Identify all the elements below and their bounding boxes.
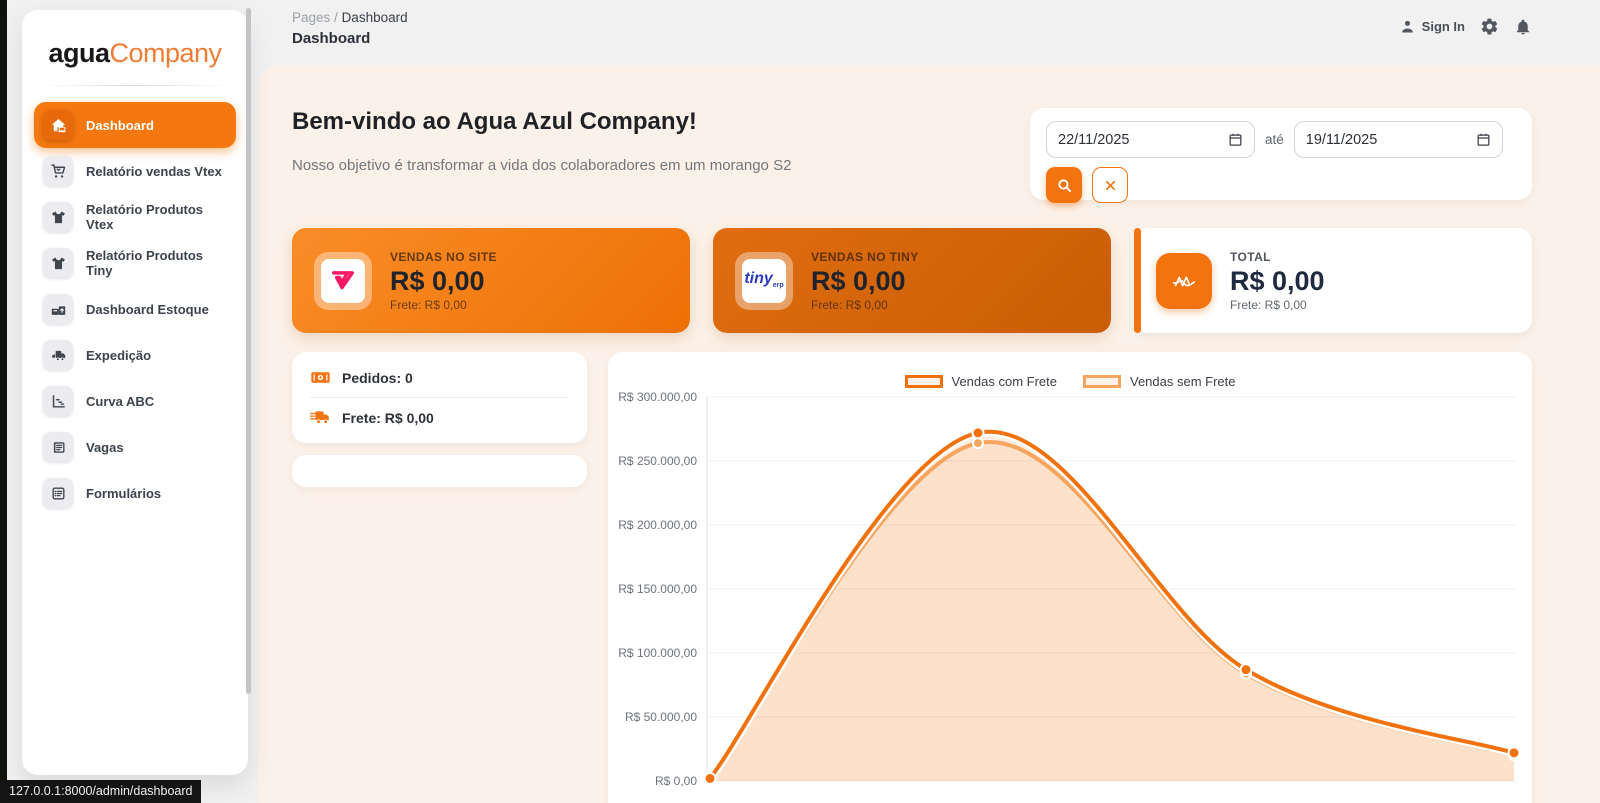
end-date-input[interactable]: 19/11/2025 xyxy=(1294,121,1503,158)
stat-card-vendas-site: VENDAS NO SITE R$ 0,00 Frete: R$ 0,00 xyxy=(292,228,690,333)
stat-card-total: TOTAL R$ 0,00 Frete: R$ 0,00 xyxy=(1134,228,1532,333)
stat-card-vendas-tiny: tinyerp VENDAS NO TINY R$ 0,00 Frete: R$… xyxy=(713,228,1111,333)
sidebar-item-label: Dashboard Estoque xyxy=(86,302,209,317)
sidebar-item-relatorio-produtos-tiny[interactable]: Relatório Produtos Tiny xyxy=(34,240,236,286)
page-title: Dashboard xyxy=(292,30,370,47)
status-url: 127.0.0.1:8000/admin/dashboard xyxy=(9,784,192,798)
sidebar-item-dashboard-estoque[interactable]: Dashboard Estoque xyxy=(34,286,236,332)
stat-frete: Frete: R$ 0,00 xyxy=(390,298,497,312)
sidebar-item-label: Relatório Produtos Vtex xyxy=(86,202,227,232)
close-icon xyxy=(1104,179,1117,192)
app-logo: aguaCompany xyxy=(22,10,248,69)
newspaper-icon xyxy=(43,432,73,462)
sidebar-item-relatorio-produtos-vtex[interactable]: Relatório Produtos Vtex xyxy=(34,194,236,240)
empty-card xyxy=(292,455,587,487)
stat-frete: Frete: R$ 0,00 xyxy=(811,298,919,312)
settings-gear-icon[interactable] xyxy=(1480,17,1499,36)
area-chart: R$ 300.000,00 R$ 250.000,00 R$ 200.000,00 R… xyxy=(608,382,1532,803)
form-icon xyxy=(43,478,73,508)
summary-card: Pedidos: 0 Frete: R$ 0,00 xyxy=(292,352,587,443)
tshirt-icon xyxy=(43,248,73,278)
welcome-subtitle: Nosso objetivo é transformar a vida dos … xyxy=(292,157,791,174)
main-content: Bem-vindo ao Agua Azul Company! Nosso ob… xyxy=(258,65,1600,803)
chart-axis-icon xyxy=(43,386,73,416)
sidebar-item-curva-abc[interactable]: Curva ABC xyxy=(34,378,236,424)
sidebar-item-vagas[interactable]: Vagas xyxy=(34,424,236,470)
start-date-value: 22/11/2025 xyxy=(1058,132,1130,148)
stats-row: VENDAS NO SITE R$ 0,00 Frete: R$ 0,00 ti… xyxy=(292,228,1532,333)
sign-in-button[interactable]: Sign In xyxy=(1399,18,1465,35)
header-actions: Sign In xyxy=(1399,17,1532,36)
clear-filter-button[interactable] xyxy=(1092,167,1128,203)
end-date-value: 19/11/2025 xyxy=(1306,132,1378,148)
stat-label: VENDAS NO TINY xyxy=(811,250,919,264)
home-icon xyxy=(43,110,73,140)
sidebar-item-label: Relatório Produtos Tiny xyxy=(86,248,227,278)
vtex-logo-icon xyxy=(314,252,372,310)
sidebar-item-expedicao[interactable]: Expedição xyxy=(34,332,236,378)
tiny-logo-icon: tinyerp xyxy=(735,252,793,310)
svg-text:R$ 0,00: R$ 0,00 xyxy=(655,774,697,788)
sidebar-item-relatorio-vendas-vtex[interactable]: Relatório vendas Vtex xyxy=(34,148,236,194)
sidebar-item-label: Expedição xyxy=(86,348,151,363)
date-range-connector: até xyxy=(1265,132,1284,147)
date-filter-card: 22/11/2025 até 19/11/2025 xyxy=(1030,108,1532,200)
tshirt-icon xyxy=(43,202,73,232)
divider xyxy=(36,85,234,86)
sidebar-scrollbar[interactable] xyxy=(246,8,251,694)
calendar-icon[interactable] xyxy=(1228,132,1243,147)
sidebar-item-label: Relatório vendas Vtex xyxy=(86,164,222,179)
money-icon xyxy=(310,367,331,388)
sidebar-item-label: Curva ABC xyxy=(86,394,154,409)
svg-text:R$ 200.000,00: R$ 200.000,00 xyxy=(618,518,697,532)
sidebar-item-label: Dashboard xyxy=(86,118,154,133)
stat-frete: Frete: R$ 0,00 xyxy=(1230,298,1325,312)
search-button[interactable] xyxy=(1046,167,1082,203)
stat-label: TOTAL xyxy=(1230,250,1325,264)
stat-value: R$ 0,00 xyxy=(811,266,919,297)
window-edge xyxy=(0,0,7,803)
breadcrumb-root[interactable]: Pages xyxy=(292,10,330,25)
stat-value: R$ 0,00 xyxy=(1230,266,1325,297)
cart-icon xyxy=(43,156,73,186)
svg-text:R$ 50.000,00: R$ 50.000,00 xyxy=(625,710,697,724)
logo-text-light: Company xyxy=(109,38,221,68)
sidebar-item-formularios[interactable]: Formulários xyxy=(34,470,236,516)
welcome-title: Bem-vindo ao Agua Azul Company! xyxy=(292,108,697,136)
svg-text:R$ 100.000,00: R$ 100.000,00 xyxy=(618,646,697,660)
line-chart-icon xyxy=(1156,253,1212,309)
sign-in-label: Sign In xyxy=(1422,19,1465,34)
truck-icon xyxy=(43,340,73,370)
svg-text:R$ 250.000,00: R$ 250.000,00 xyxy=(618,454,697,468)
stat-label: VENDAS NO SITE xyxy=(390,250,497,264)
breadcrumb-current: Dashboard xyxy=(342,10,408,25)
sidebar-item-label: Formulários xyxy=(86,486,161,501)
calendar-icon[interactable] xyxy=(1476,132,1491,147)
breadcrumb-separator: / xyxy=(334,10,342,25)
svg-text:R$ 150.000,00: R$ 150.000,00 xyxy=(618,582,697,596)
svg-text:R$ 300.000,00: R$ 300.000,00 xyxy=(618,390,697,404)
sidebar-nav: Dashboard Relatório vendas Vtex Relatóri… xyxy=(22,94,248,516)
sidebar: aguaCompany Dashboard Relatório vendas V… xyxy=(22,10,248,775)
sales-chart-card: Vendas com Frete Vendas sem Frete R$ 300… xyxy=(608,352,1532,803)
boxes-icon xyxy=(43,294,73,324)
frete-value: Frete: R$ 0,00 xyxy=(342,410,434,426)
shipping-truck-icon xyxy=(310,407,331,428)
browser-status-bar: 127.0.0.1:8000/admin/dashboard xyxy=(0,780,201,803)
breadcrumb: Pages / Dashboard xyxy=(292,10,408,25)
start-date-input[interactable]: 22/11/2025 xyxy=(1046,121,1255,158)
sidebar-item-dashboard[interactable]: Dashboard xyxy=(34,102,236,148)
search-icon xyxy=(1056,177,1073,194)
pedidos-value: Pedidos: 0 xyxy=(342,370,413,386)
stat-value: R$ 0,00 xyxy=(390,266,497,297)
sidebar-item-label: Vagas xyxy=(86,440,124,455)
logo-text-bold: agua xyxy=(48,38,109,68)
notifications-bell-icon[interactable] xyxy=(1514,18,1532,36)
person-icon xyxy=(1399,18,1416,35)
